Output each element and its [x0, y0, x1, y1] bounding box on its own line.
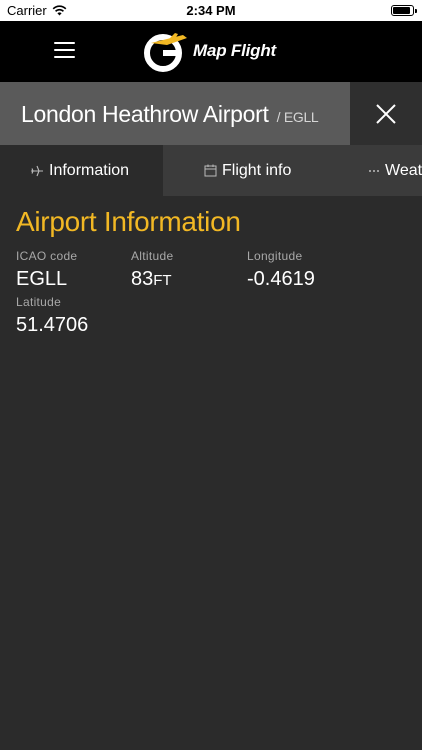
close-icon	[376, 104, 396, 124]
latitude-label: Latitude	[16, 295, 62, 309]
more-icon	[368, 169, 380, 173]
calendar-icon	[204, 164, 217, 177]
tab-flight-info-label: Flight info	[222, 161, 292, 179]
latitude-field: Latitude 51.4706	[16, 295, 88, 337]
battery-icon	[391, 5, 417, 16]
logo-text: Map Flight	[193, 41, 276, 60]
altitude-label: Altitude	[131, 249, 174, 263]
tab-bar: Information Flight info Weat	[0, 145, 422, 196]
tab-weather-label: Weat	[385, 161, 422, 179]
plane-icon	[30, 165, 44, 177]
tab-information-label: Information	[49, 161, 130, 179]
tab-information[interactable]: Information	[0, 145, 163, 196]
airport-title: London Heathrow Airport / EGLL	[21, 101, 319, 128]
icao-label: ICAO code	[16, 249, 78, 263]
logo-mark-icon	[144, 33, 187, 72]
airport-title-bar: London Heathrow Airport / EGLL	[0, 82, 350, 145]
status-bar: Carrier 2:34 PM	[0, 0, 422, 21]
altitude-value: 83	[131, 268, 154, 290]
top-nav: Map Flight	[0, 21, 422, 82]
menu-icon[interactable]	[54, 42, 75, 59]
icao-field: ICAO code EGLL	[16, 249, 77, 291]
tab-flight-info[interactable]: Flight info	[163, 145, 341, 196]
longitude-field: Longitude -0.4619	[247, 249, 315, 291]
app-logo: Map Flight	[143, 29, 276, 73]
latitude-value: 51.4706	[16, 314, 89, 336]
altitude-unit: FT	[153, 272, 172, 289]
longitude-label: Longitude	[247, 249, 303, 263]
tab-weather[interactable]: Weat	[341, 145, 422, 196]
airport-code: / EGLL	[276, 109, 319, 125]
close-button[interactable]	[350, 82, 422, 145]
status-time: 2:34 PM	[186, 3, 236, 18]
icao-value: EGLL	[16, 268, 68, 290]
longitude-value: -0.4619	[247, 268, 315, 290]
altitude-value-row: 83FT	[131, 268, 173, 291]
section-title: Airport Information	[16, 206, 241, 237]
altitude-field: Altitude 83FT	[131, 249, 173, 291]
airport-name: London Heathrow Airport	[21, 101, 269, 127]
